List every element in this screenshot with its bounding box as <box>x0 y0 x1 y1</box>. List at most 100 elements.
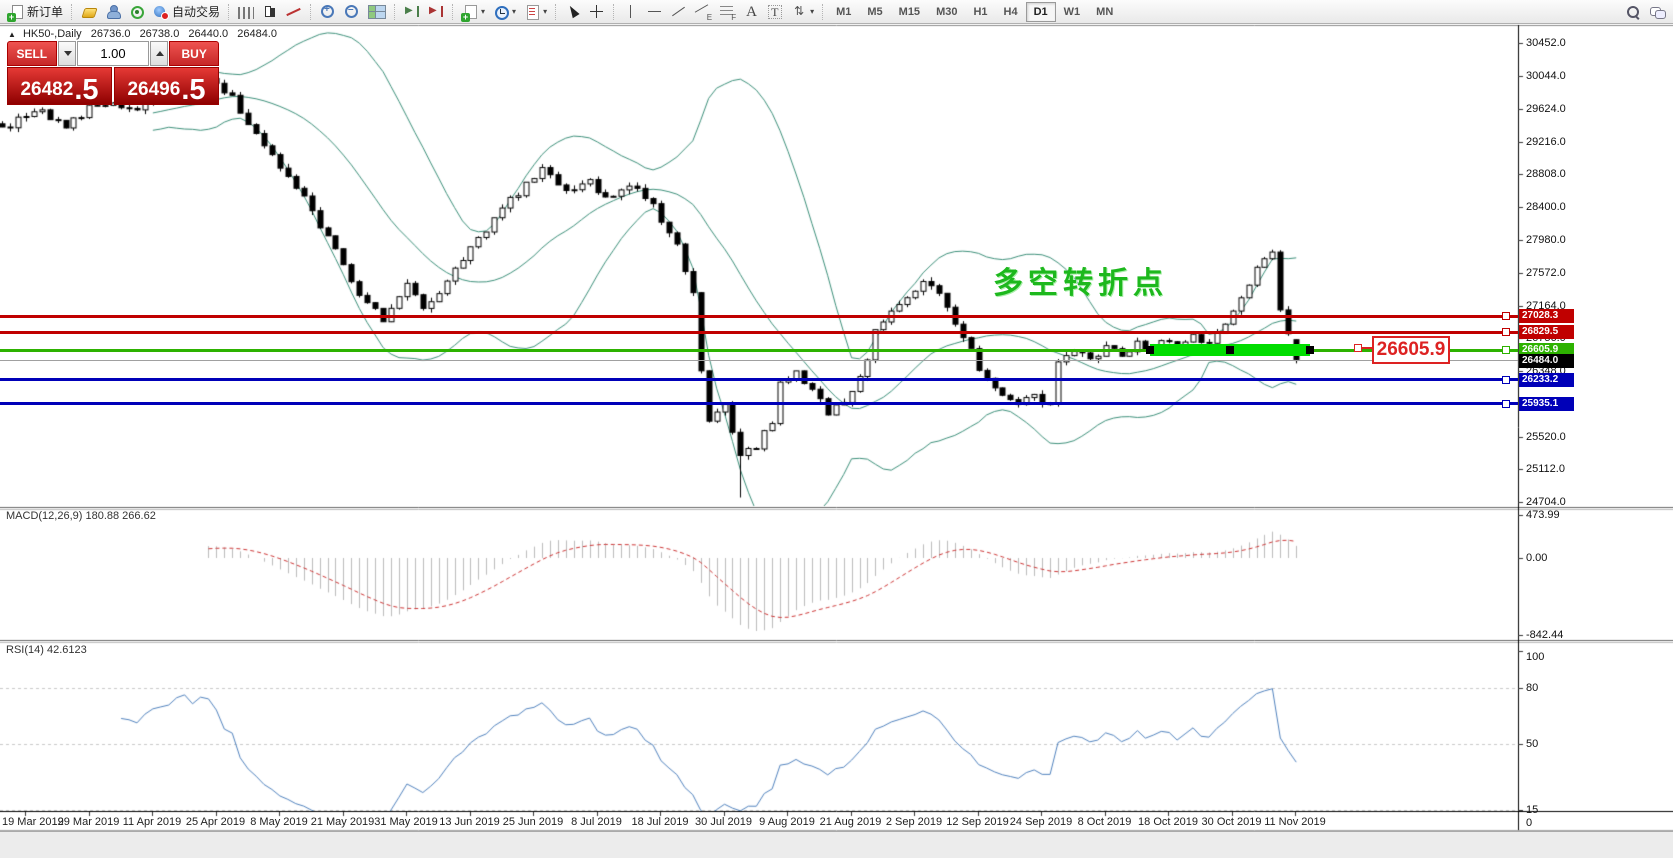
macd-axis-tick: -842.44 <box>1526 629 1563 641</box>
vertical-line-button[interactable] <box>619 2 643 22</box>
rsi-axis-tick: 15 <box>1526 804 1538 816</box>
horizontal-level-line[interactable] <box>0 402 1518 405</box>
autotrading-icon <box>153 4 169 20</box>
one-click-trading-panel: SELL BUY 26482.5 26496.5 <box>7 41 219 105</box>
rectangle-handle[interactable] <box>1306 346 1314 354</box>
horizontal-level-line[interactable] <box>0 378 1518 381</box>
toolbar-separator <box>394 4 396 20</box>
price-axis-tick: 24704.0 <box>1526 496 1566 508</box>
chat-button[interactable] <box>1645 2 1669 22</box>
auto-trading-button[interactable]: 自动交易 <box>149 2 224 22</box>
line-end-handle[interactable] <box>1502 328 1510 336</box>
current-price-line <box>0 360 1518 361</box>
price-axis-tick: 27572.0 <box>1526 267 1566 279</box>
line-end-handle[interactable] <box>1502 376 1510 384</box>
templates-button[interactable]: ▾ <box>520 2 551 22</box>
timeframe-m1-button[interactable]: M1 <box>828 2 859 22</box>
chart-canvas[interactable] <box>0 0 1673 858</box>
sell-price-button[interactable]: 26482.5 <box>7 67 112 105</box>
signals-button[interactable] <box>125 2 149 22</box>
collapse-arrow-icon[interactable]: ▲ <box>8 30 16 39</box>
label-icon <box>767 4 783 20</box>
date-axis-label: 9 Aug 2019 <box>759 816 815 828</box>
timeframe-d1-button[interactable]: D1 <box>1026 2 1056 22</box>
buy-price-int: 26496 <box>127 79 180 101</box>
timeframe-h4-button[interactable]: H4 <box>996 2 1026 22</box>
current-price-tag: 26484.0 <box>1519 354 1574 368</box>
caret-up-icon <box>156 51 164 56</box>
periods-button[interactable]: ▾ <box>489 2 520 22</box>
caret-down-icon: ▾ <box>481 7 485 16</box>
crosshair-icon <box>589 4 605 20</box>
sell-button[interactable]: SELL <box>7 41 57 66</box>
timeframe-m30-button[interactable]: M30 <box>928 2 965 22</box>
line-end-handle[interactable] <box>1502 400 1510 408</box>
trendline-icon <box>671 4 687 20</box>
community-button[interactable] <box>101 2 125 22</box>
ohlc-low: 26440.0 <box>188 28 228 40</box>
toolbar: 新订单 自动交易 ▾ ▾ ▾ ▾ <box>0 0 1673 24</box>
caret-down-icon <box>64 51 72 56</box>
zoom-in-button[interactable] <box>316 2 340 22</box>
horizontal-line-icon <box>647 4 663 20</box>
text-icon <box>743 4 759 20</box>
timeframe-m5-button[interactable]: M5 <box>859 2 890 22</box>
sell-price-int: 26482 <box>20 79 73 101</box>
arrows-icon <box>791 4 807 20</box>
auto-scroll-button[interactable] <box>400 2 424 22</box>
date-axis-label: 18 Oct 2019 <box>1138 816 1198 828</box>
zoom-out-button[interactable] <box>340 2 364 22</box>
market-watch-button[interactable] <box>77 2 101 22</box>
text-button[interactable] <box>739 2 763 22</box>
bar-chart-button[interactable] <box>234 2 258 22</box>
candlestick-chart-button[interactable] <box>258 2 282 22</box>
horizontal-line-button[interactable] <box>643 2 667 22</box>
channel-button[interactable] <box>691 2 715 22</box>
toolbar-separator <box>228 4 230 20</box>
volume-input[interactable] <box>77 41 149 66</box>
line-end-handle[interactable] <box>1502 346 1510 354</box>
crosshair-button[interactable] <box>585 2 609 22</box>
indicators-button[interactable]: ▾ <box>458 2 489 22</box>
candlestick-chart-icon <box>262 4 278 20</box>
annotation-text[interactable]: 多空转折点 <box>993 258 1168 302</box>
line-chart-button[interactable] <box>282 2 306 22</box>
chart-shift-button[interactable] <box>424 2 448 22</box>
fibonacci-button[interactable] <box>715 2 739 22</box>
timeframe-mn-button[interactable]: MN <box>1088 2 1121 22</box>
price-callout[interactable]: 26605.9 <box>1372 336 1450 364</box>
timeframe-w1-button[interactable]: W1 <box>1056 2 1089 22</box>
timeframe-h1-button[interactable]: H1 <box>965 2 995 22</box>
cursor-icon <box>565 4 581 20</box>
timeframe-group: M1M5M15M30H1H4D1W1MN <box>828 2 1121 22</box>
date-axis-label: 29 Mar 2019 <box>58 816 120 828</box>
buy-price-button[interactable]: 26496.5 <box>114 67 219 105</box>
trendline-button[interactable] <box>667 2 691 22</box>
tile-windows-button[interactable] <box>364 2 390 22</box>
sell-price-frac: .5 <box>74 79 98 101</box>
rectangle-handle[interactable] <box>1226 346 1234 354</box>
label-button[interactable] <box>763 2 787 22</box>
arrows-button[interactable]: ▾ <box>787 2 818 22</box>
caret-down-icon: ▾ <box>810 7 814 16</box>
rectangle-handle[interactable] <box>1146 346 1154 354</box>
line-chart-icon <box>286 4 302 20</box>
search-button[interactable] <box>1621 2 1645 22</box>
horizontal-level-line[interactable] <box>0 331 1518 334</box>
timeframe-m15-button[interactable]: M15 <box>891 2 928 22</box>
buy-button[interactable]: BUY <box>169 41 219 66</box>
horizontal-level-line[interactable] <box>0 315 1518 318</box>
volume-decrease-button[interactable] <box>58 41 76 66</box>
price-line-tag: 25935.1 <box>1519 397 1574 411</box>
cursor-button[interactable] <box>561 2 585 22</box>
fibonacci-icon <box>719 4 735 20</box>
volume-increase-button[interactable] <box>150 41 168 66</box>
date-axis-label: 8 Jul 2019 <box>571 816 622 828</box>
macd-axis-tick: 473.99 <box>1526 509 1560 521</box>
price-axis-tick: 29216.0 <box>1526 136 1566 148</box>
price-axis-tick: 30044.0 <box>1526 70 1566 82</box>
line-end-handle[interactable] <box>1502 312 1510 320</box>
date-axis-label: 25 Jun 2019 <box>503 816 564 828</box>
new-order-button[interactable]: 新订单 <box>4 2 67 22</box>
date-axis-label: 11 Nov 2019 <box>1264 816 1326 828</box>
